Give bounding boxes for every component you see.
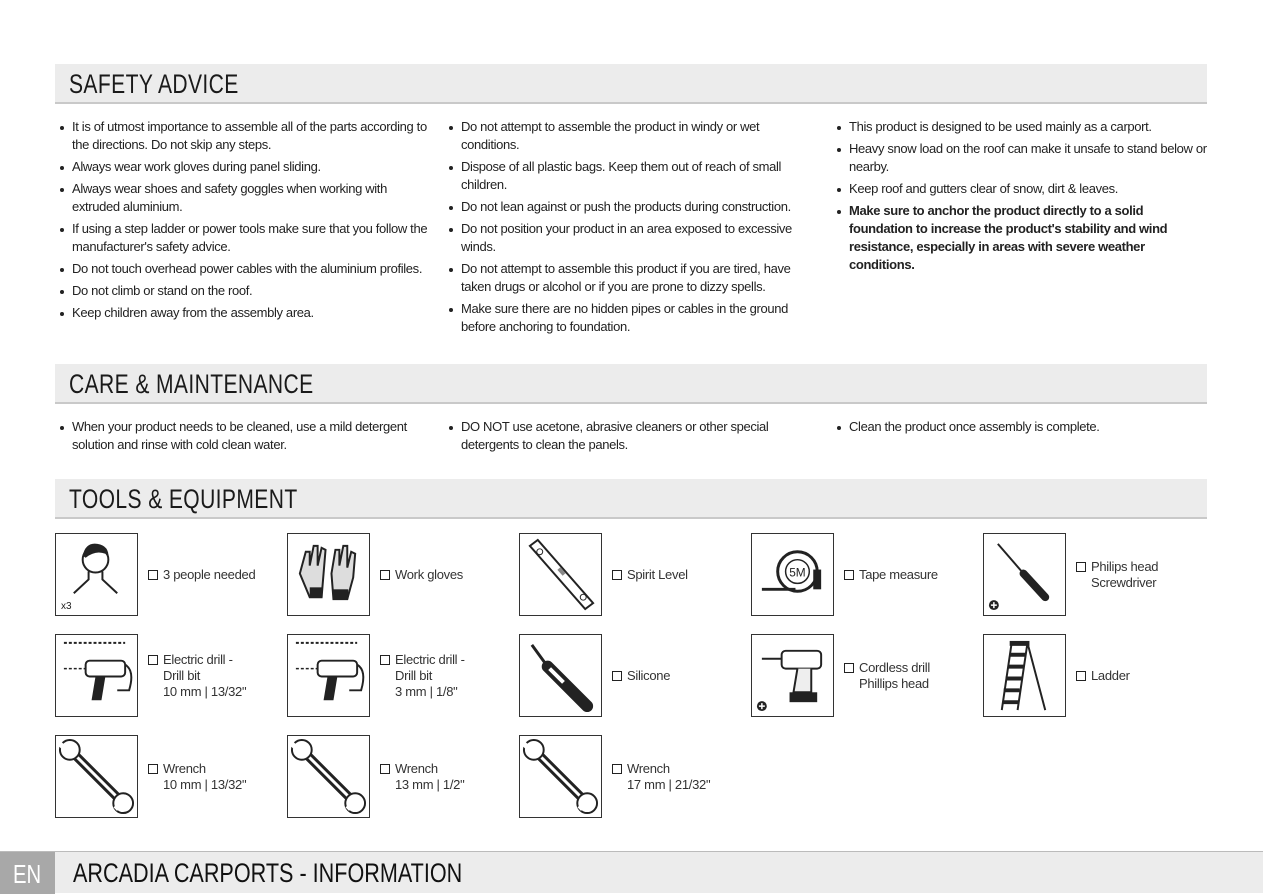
care-maintenance-header: CARE & MAINTENANCE	[55, 364, 1207, 404]
list-item: Make sure there are no hidden pipes or c…	[449, 300, 819, 336]
safety-list-1: It is of utmost importance to assemble a…	[60, 118, 430, 326]
tool-detail: 10 mm | 13/32"	[163, 777, 247, 792]
svg-text:5M: 5M	[789, 565, 805, 579]
list-item: Do not touch overhead power cables with …	[60, 260, 430, 278]
checkbox[interactable]	[612, 671, 622, 681]
list-item: Do not climb or stand on the roof.	[60, 282, 430, 300]
list-item: DO NOT use acetone, abrasive cleaners or…	[449, 418, 819, 454]
list-item: When your product needs to be cleaned, u…	[60, 418, 430, 454]
list-item: Heavy snow load on the roof can make it …	[837, 140, 1207, 176]
tool-detail: 10 mm | 13/32"	[163, 684, 247, 699]
checkbox[interactable]	[380, 764, 390, 774]
wrench-icon	[519, 735, 602, 818]
tool-label: Electric drill -	[395, 652, 465, 667]
checkbox[interactable]	[844, 663, 854, 673]
section-title: TOOLS & EQUIPMENT	[69, 484, 298, 514]
quantity-badge: x3	[61, 601, 72, 612]
tool-detail: Phillips head	[859, 676, 929, 691]
checkbox[interactable]	[844, 570, 854, 580]
tool-label: Spirit Level	[627, 567, 688, 582]
tool-item: Ladder	[983, 634, 1203, 718]
checkbox[interactable]	[148, 570, 158, 580]
list-item: Do not attempt to assemble the product i…	[449, 118, 819, 154]
tool-item: Cordless drill Phillips head	[751, 634, 971, 718]
tool-label: Silicone	[627, 668, 671, 683]
tool-detail: Screwdriver	[1091, 575, 1157, 590]
tool-label: Wrench	[395, 761, 438, 776]
tool-detail: 3 mm | 1/8"	[395, 684, 458, 699]
list-item: Dispose of all plastic bags. Keep them o…	[449, 158, 819, 194]
list-item: Do not attempt to assemble this product …	[449, 260, 819, 296]
tool-detail: 17 mm | 21/32"	[627, 777, 711, 792]
section-title: SAFETY ADVICE	[69, 69, 239, 99]
tool-label: Wrench	[163, 761, 206, 776]
section-title: CARE & MAINTENANCE	[69, 369, 314, 399]
list-item: Always wear work gloves during panel sli…	[60, 158, 430, 176]
tool-label: Ladder	[1091, 668, 1130, 683]
tool-label: Work gloves	[395, 567, 463, 582]
list-item: Clean the product once assembly is compl…	[837, 418, 1207, 436]
care-list-1: When your product needs to be cleaned, u…	[60, 418, 430, 458]
safety-list-2: Do not attempt to assemble the product i…	[449, 118, 819, 340]
tool-item: Work gloves	[287, 533, 507, 617]
tool-label: Cordless drill	[859, 660, 930, 675]
checkbox[interactable]	[612, 764, 622, 774]
checkbox[interactable]	[1076, 671, 1086, 681]
checkbox[interactable]	[1076, 562, 1086, 572]
tool-detail: Drill bit	[395, 668, 433, 683]
drill-icon	[287, 634, 370, 717]
gloves-icon	[287, 533, 370, 616]
checkbox[interactable]	[148, 764, 158, 774]
list-item: This product is designed to be used main…	[837, 118, 1207, 136]
screwdriver-icon	[983, 533, 1066, 616]
list-item: Do not lean against or push the products…	[449, 198, 819, 216]
footer-title: ARCADIA CARPORTS - INFORMATION	[73, 858, 463, 888]
tool-item: Electric drill - Drill bit 3 mm | 1/8"	[287, 634, 507, 718]
care-list-2: DO NOT use acetone, abrasive cleaners or…	[449, 418, 819, 458]
list-item: Make sure to anchor the product directly…	[837, 202, 1207, 274]
ladder-icon	[983, 634, 1066, 717]
checkbox[interactable]	[148, 655, 158, 665]
list-item: It is of utmost importance to assemble a…	[60, 118, 430, 154]
wrench-icon	[287, 735, 370, 818]
care-list-3: Clean the product once assembly is compl…	[837, 418, 1207, 440]
tool-item: Wrench 10 mm | 13/32"	[55, 735, 275, 819]
tool-item: Wrench 13 mm | 1/2"	[287, 735, 507, 819]
tool-label: Philips head	[1091, 559, 1159, 574]
tool-detail: 13 mm | 1/2"	[395, 777, 465, 792]
tool-item: Philips head Screwdriver	[983, 533, 1203, 617]
cordless-drill-icon	[751, 634, 834, 717]
list-item: Do not position your product in an area …	[449, 220, 819, 256]
tape-measure-icon: 5M	[751, 533, 834, 616]
checkbox[interactable]	[612, 570, 622, 580]
tool-label: 3 people needed	[163, 567, 256, 582]
tool-item: Spirit Level	[519, 533, 739, 617]
spirit-level-icon	[519, 533, 602, 616]
tool-item: x3 3 people needed	[55, 533, 275, 617]
list-item: Keep roof and gutters clear of snow, dir…	[837, 180, 1207, 198]
tool-label: Wrench	[627, 761, 670, 776]
list-item: Always wear shoes and safety goggles whe…	[60, 180, 430, 216]
wrench-icon	[55, 735, 138, 818]
tool-detail: Drill bit	[163, 668, 201, 683]
safety-advice-header: SAFETY ADVICE	[55, 64, 1207, 104]
list-item: If using a step ladder or power tools ma…	[60, 220, 430, 256]
checkbox[interactable]	[380, 655, 390, 665]
person-icon: x3	[55, 533, 138, 616]
tool-item: Wrench 17 mm | 21/32"	[519, 735, 739, 819]
list-item: Keep children away from the assembly are…	[60, 304, 430, 322]
checkbox[interactable]	[380, 570, 390, 580]
drill-icon	[55, 634, 138, 717]
silicone-icon	[519, 634, 602, 717]
tool-label: Electric drill -	[163, 652, 233, 667]
tool-item: 5M Tape measure	[751, 533, 971, 617]
language-badge: EN	[0, 852, 55, 894]
footer: EN ARCADIA CARPORTS - INFORMATION	[0, 851, 1263, 894]
tool-item: Silicone	[519, 634, 739, 718]
tool-item: Electric drill - Drill bit 10 mm | 13/32"	[55, 634, 275, 718]
tool-label: Tape measure	[859, 567, 938, 582]
safety-list-3: This product is designed to be used main…	[837, 118, 1207, 278]
tools-equipment-header: TOOLS & EQUIPMENT	[55, 479, 1207, 519]
